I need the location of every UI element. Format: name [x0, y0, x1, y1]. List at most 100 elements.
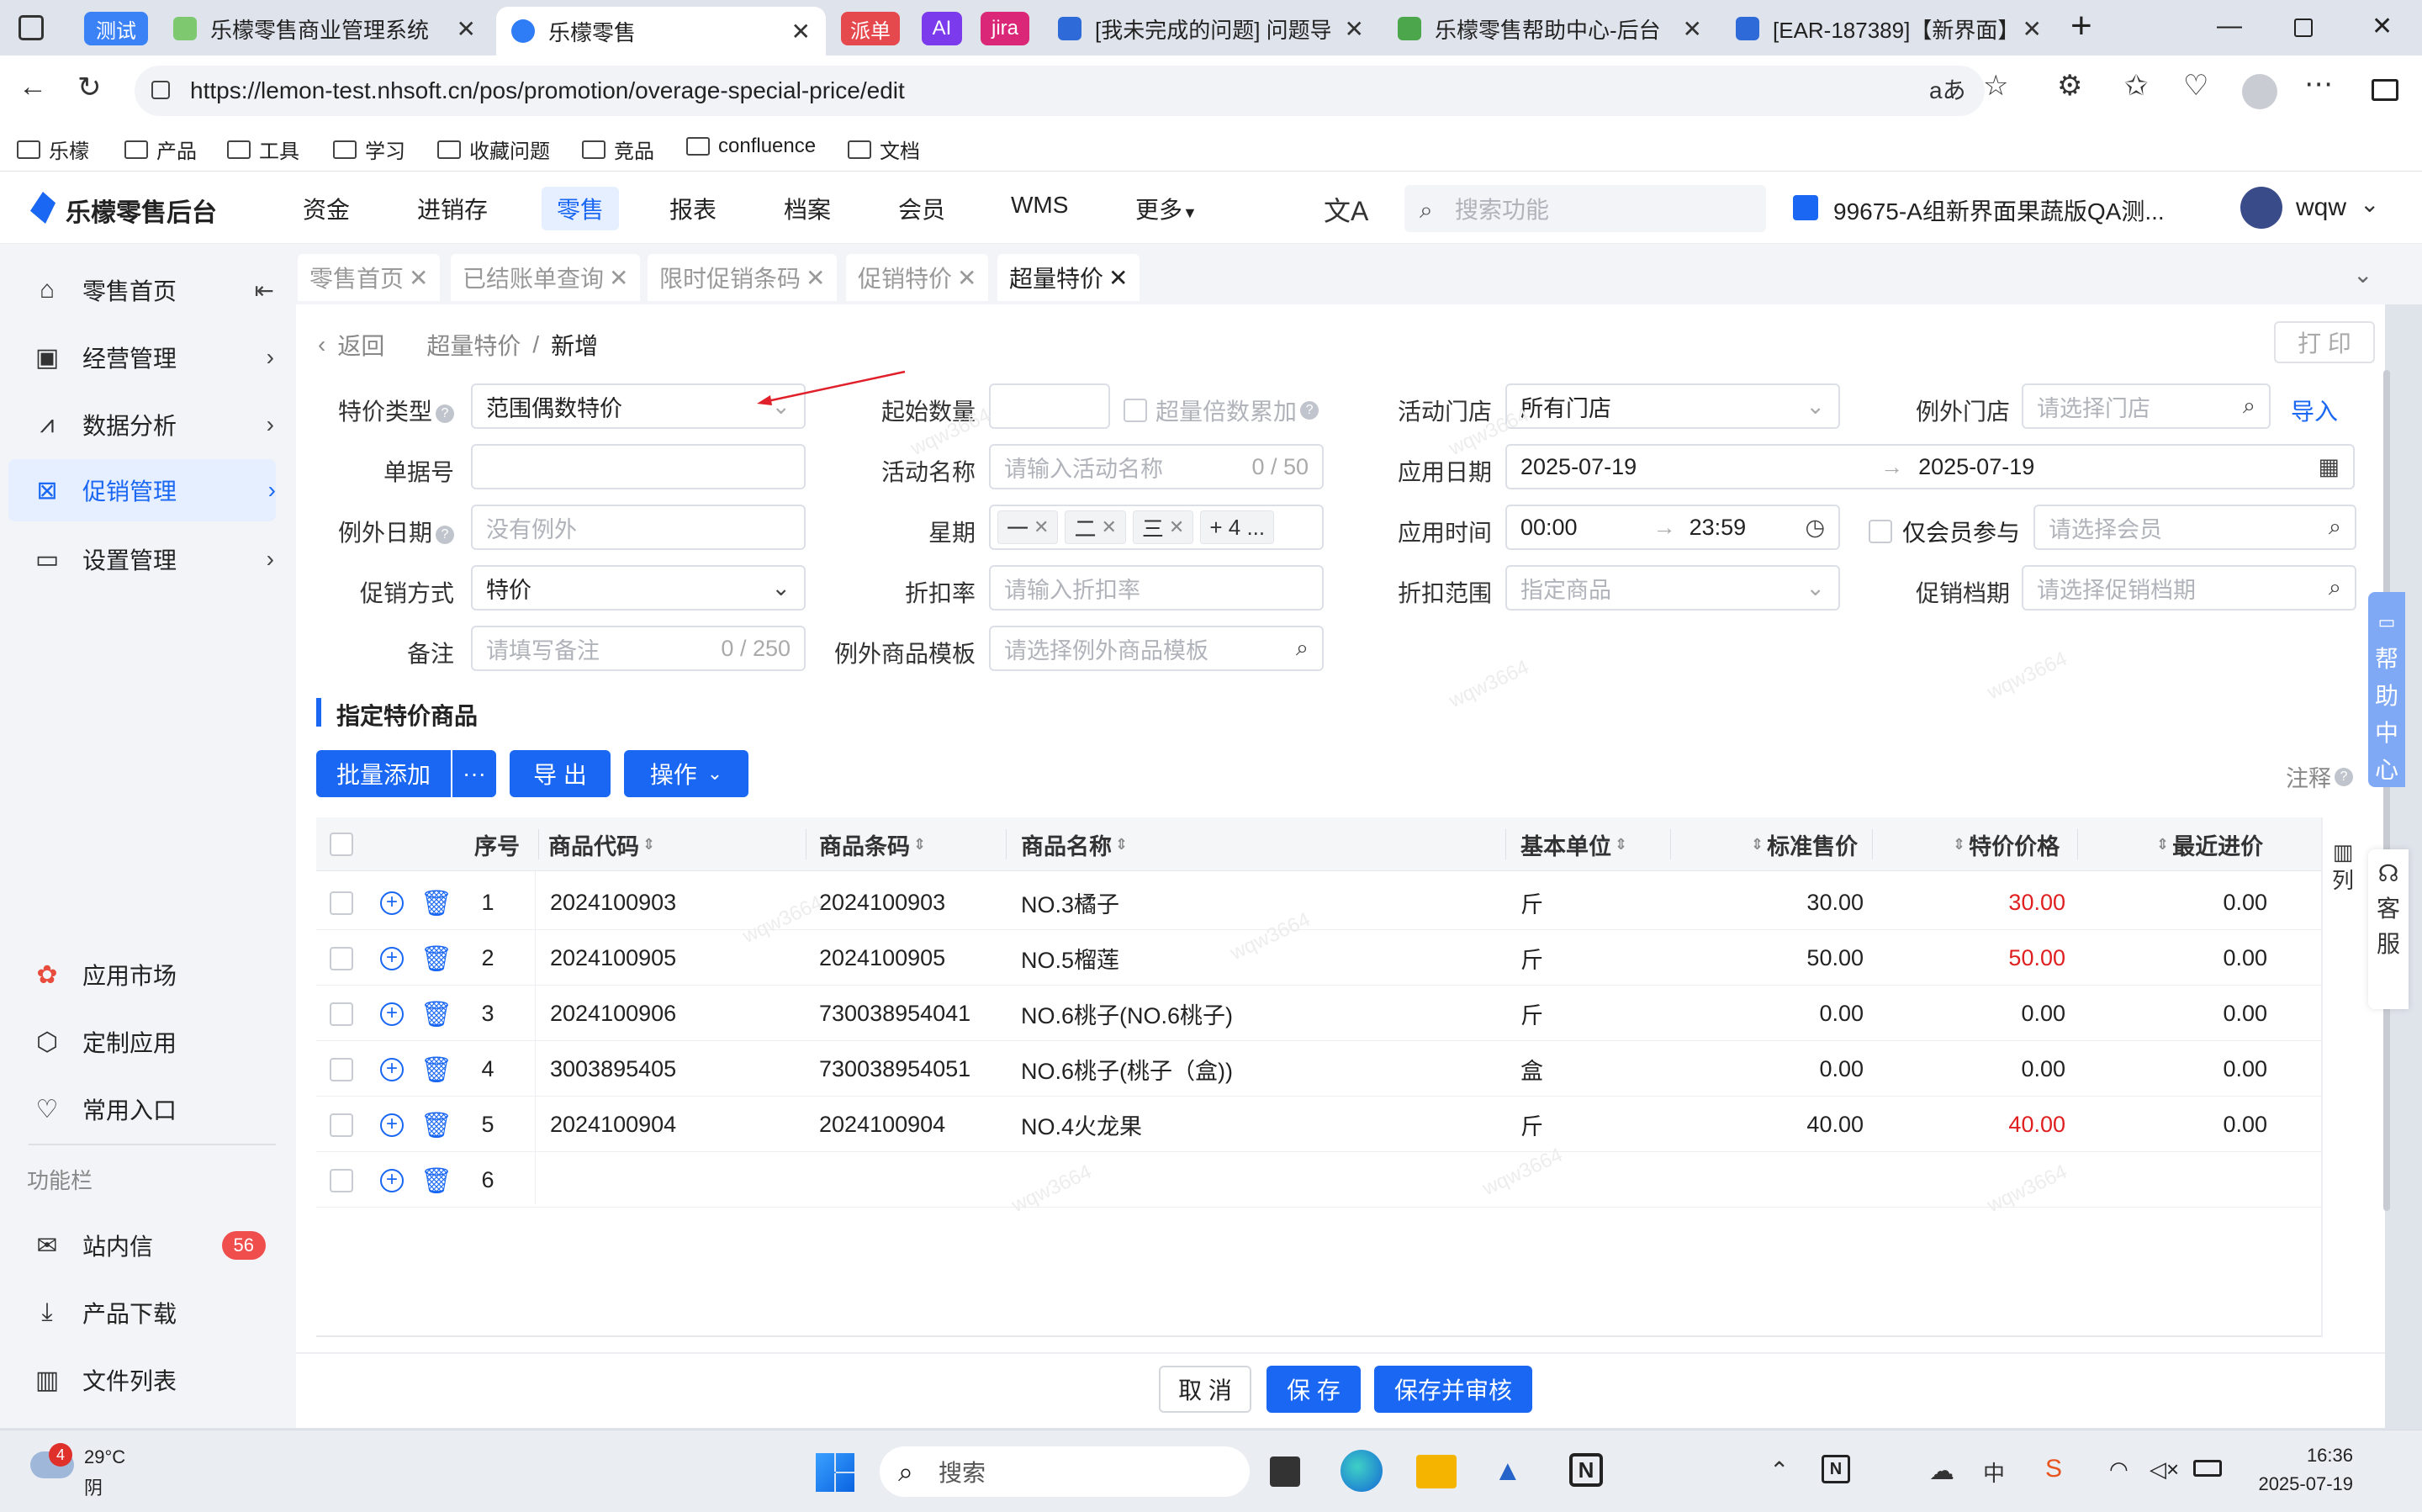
close-icon[interactable]: ✕ [609, 264, 628, 292]
tray-expand-icon[interactable]: ⌃ [1769, 1456, 1789, 1484]
onedrive-icon[interactable]: ☁ [1929, 1456, 1954, 1486]
page-tab-settled[interactable]: 已结账单查询 ✕ [451, 254, 641, 301]
except-tpl-input[interactable]: 请选择例外商品模板 ⌕ [989, 626, 1324, 671]
col-header-barcode[interactable]: 商品条码 ⇕ [819, 817, 926, 871]
add-row-icon[interactable]: + [380, 987, 404, 1041]
help-center-float[interactable]: ▭ 帮助中心 [2368, 592, 2405, 787]
user-name[interactable]: wqw [2296, 193, 2346, 222]
help-icon[interactable]: ? [2335, 767, 2353, 786]
back-icon[interactable]: ‹ [318, 331, 325, 358]
nav-inventory[interactable]: 进销存 [417, 192, 488, 225]
delete-row-icon[interactable]: 🗑 [420, 876, 452, 930]
bookmark-item[interactable]: 收藏问题 [437, 135, 550, 164]
ime-icon[interactable]: 中 [1983, 1456, 2005, 1488]
current-store[interactable]: 99675-A组新界面果蔬版QA测... [1833, 193, 2165, 227]
row-checkbox[interactable] [330, 932, 353, 986]
new-tab-button[interactable]: + [2070, 5, 2092, 47]
page-scrollbar[interactable] [2383, 370, 2390, 1211]
browser-tab-help[interactable]: 乐檬零售帮助中心-后台 ✕ [1383, 7, 1717, 50]
breadcrumb-parent[interactable]: 超量特价 [426, 328, 521, 362]
close-tab-icon[interactable]: ✕ [445, 15, 476, 43]
note-toggle[interactable]: 注释? [2286, 760, 2353, 793]
row-checkbox[interactable] [330, 876, 353, 930]
tab-group-dispatch[interactable]: 派单 [841, 12, 900, 45]
more-menu-icon[interactable]: ⋯ [2304, 67, 2333, 101]
read-aloud-icon[interactable]: aあ [1929, 72, 1966, 106]
save-button[interactable]: 保 存 [1267, 1366, 1361, 1413]
address-bar[interactable]: https://lemon-test.nhsoft.cn/pos/promoti… [135, 66, 1985, 116]
weather-temp[interactable]: 29°C [84, 1446, 125, 1468]
bookmark-item[interactable]: 产品 [124, 135, 197, 164]
clock-time[interactable]: 16:36 [2252, 1445, 2353, 1467]
discount-rate-input[interactable]: 请输入折扣率 [989, 565, 1324, 611]
week-more-tag[interactable]: + 4 ... [1200, 510, 1275, 544]
store-select[interactable]: 所有门店 ⌄ [1505, 383, 1840, 429]
checkbox[interactable] [330, 1169, 353, 1192]
profile-avatar-icon[interactable] [2242, 74, 2277, 109]
restore-button[interactable] [2294, 19, 2313, 37]
import-link[interactable]: 导入 [2291, 394, 2338, 427]
col-header-recent-price[interactable]: ⇕ 最近进价 [2156, 817, 2263, 871]
select-all-checkbox[interactable] [330, 833, 353, 860]
apply-date-range[interactable]: 2025-07-19 → 2025-07-19 ▦ [1505, 444, 2355, 489]
activity-name-input[interactable]: 请输入活动名称 0 / 50 [989, 444, 1324, 489]
checkbox[interactable] [330, 1002, 353, 1026]
search-icon[interactable]: ⌕ [1296, 635, 1309, 662]
task-view-icon[interactable] [1270, 1456, 1300, 1487]
delete-row-icon[interactable]: 🗑 [420, 1043, 452, 1097]
bookmark-item[interactable]: 乐檬 [17, 135, 89, 164]
promo-mode-select[interactable]: 特价 ⌄ [471, 565, 806, 611]
batch-add-button[interactable]: 批量添加 [316, 750, 451, 797]
row-checkbox[interactable] [330, 1154, 353, 1208]
translate-icon[interactable]: 文A [1324, 190, 1368, 229]
sidebar-item-files[interactable]: ▥ 文件列表 [30, 1349, 274, 1411]
tab-group-ai[interactable]: AI [922, 12, 962, 45]
sidebar-item-retail-home[interactable]: ⌂ 零售首页 ⇤ [30, 259, 274, 321]
help-icon[interactable]: ? [436, 404, 454, 423]
close-tab-icon[interactable]: ✕ [780, 18, 811, 45]
col-header-special-price[interactable]: ⇕ 特价价格 [1953, 817, 2060, 871]
member-input[interactable]: 请选择会员 ⌕ [2033, 505, 2356, 550]
checkbox[interactable] [330, 833, 353, 856]
close-icon[interactable]: ✕ [806, 264, 825, 292]
function-search-input[interactable]: 搜索功能 [1404, 185, 1766, 232]
export-button[interactable]: 导 出 [510, 750, 611, 797]
back-arrow-icon[interactable]: ← [19, 71, 47, 103]
close-icon[interactable]: ✕ [1108, 264, 1128, 292]
col-separator[interactable] [1872, 829, 1873, 859]
notion-icon[interactable]: N [1569, 1453, 1603, 1487]
row-checkbox[interactable] [330, 1043, 353, 1097]
extensions-icon[interactable]: ⚙ [2057, 69, 2082, 103]
collapse-sidebar-icon[interactable]: ⇤ [255, 277, 274, 304]
checkbox[interactable] [1869, 520, 1892, 543]
close-tab-icon[interactable]: ✕ [1671, 15, 1702, 43]
bookmark-item[interactable]: 文档 [848, 135, 920, 164]
nav-more[interactable]: 更多▼ [1135, 192, 1198, 225]
volume-icon[interactable]: ◁× [2150, 1456, 2179, 1483]
sidebar-item-promotion[interactable]: ⊠ 促销管理 › [8, 459, 276, 521]
sidebar-item-app-market[interactable]: ✿ 应用市场 [30, 944, 274, 1006]
page-tab-overage-price[interactable]: 超量特价 ✕ [997, 254, 1140, 301]
discount-range-select[interactable]: 指定商品 ⌄ [1505, 565, 1840, 611]
sidebar-toggle-icon[interactable] [2372, 79, 2398, 101]
close-icon[interactable]: ✕ [957, 264, 976, 292]
apply-time-range[interactable]: 00:00 → 23:59 ◷ [1505, 505, 1840, 550]
battery-icon[interactable] [2193, 1460, 2222, 1477]
tray-app-icon[interactable]: S [2045, 1455, 2062, 1483]
col-header-code[interactable]: 商品代码 ⇕ [548, 817, 655, 871]
sidebar-item-operation[interactable]: ▣ 经营管理 › [30, 326, 274, 389]
doc-no-input[interactable] [471, 444, 806, 489]
favorite-star-icon[interactable]: ☆ [1983, 69, 2008, 103]
search-icon[interactable]: ⌕ [2329, 514, 2341, 541]
browser-tab-ear[interactable]: [EAR-187389]【新界面】 ✕ [1721, 7, 2057, 50]
col-separator[interactable] [538, 829, 539, 859]
chevron-down-icon[interactable]: ⌄ [2360, 190, 2379, 218]
col-separator[interactable] [1505, 829, 1506, 859]
checkbox[interactable] [330, 947, 353, 970]
add-row-icon[interactable]: + [380, 932, 404, 986]
page-tab-promo-price[interactable]: 促销特价 ✕ [846, 254, 989, 301]
page-tab-retail-home[interactable]: 零售首页 ✕ [298, 254, 441, 301]
col-header-unit[interactable]: 基本单位 ⇕ [1520, 817, 1627, 871]
remark-input[interactable]: 请填写备注 0 / 250 [471, 626, 806, 671]
site-info-icon[interactable] [151, 81, 170, 99]
